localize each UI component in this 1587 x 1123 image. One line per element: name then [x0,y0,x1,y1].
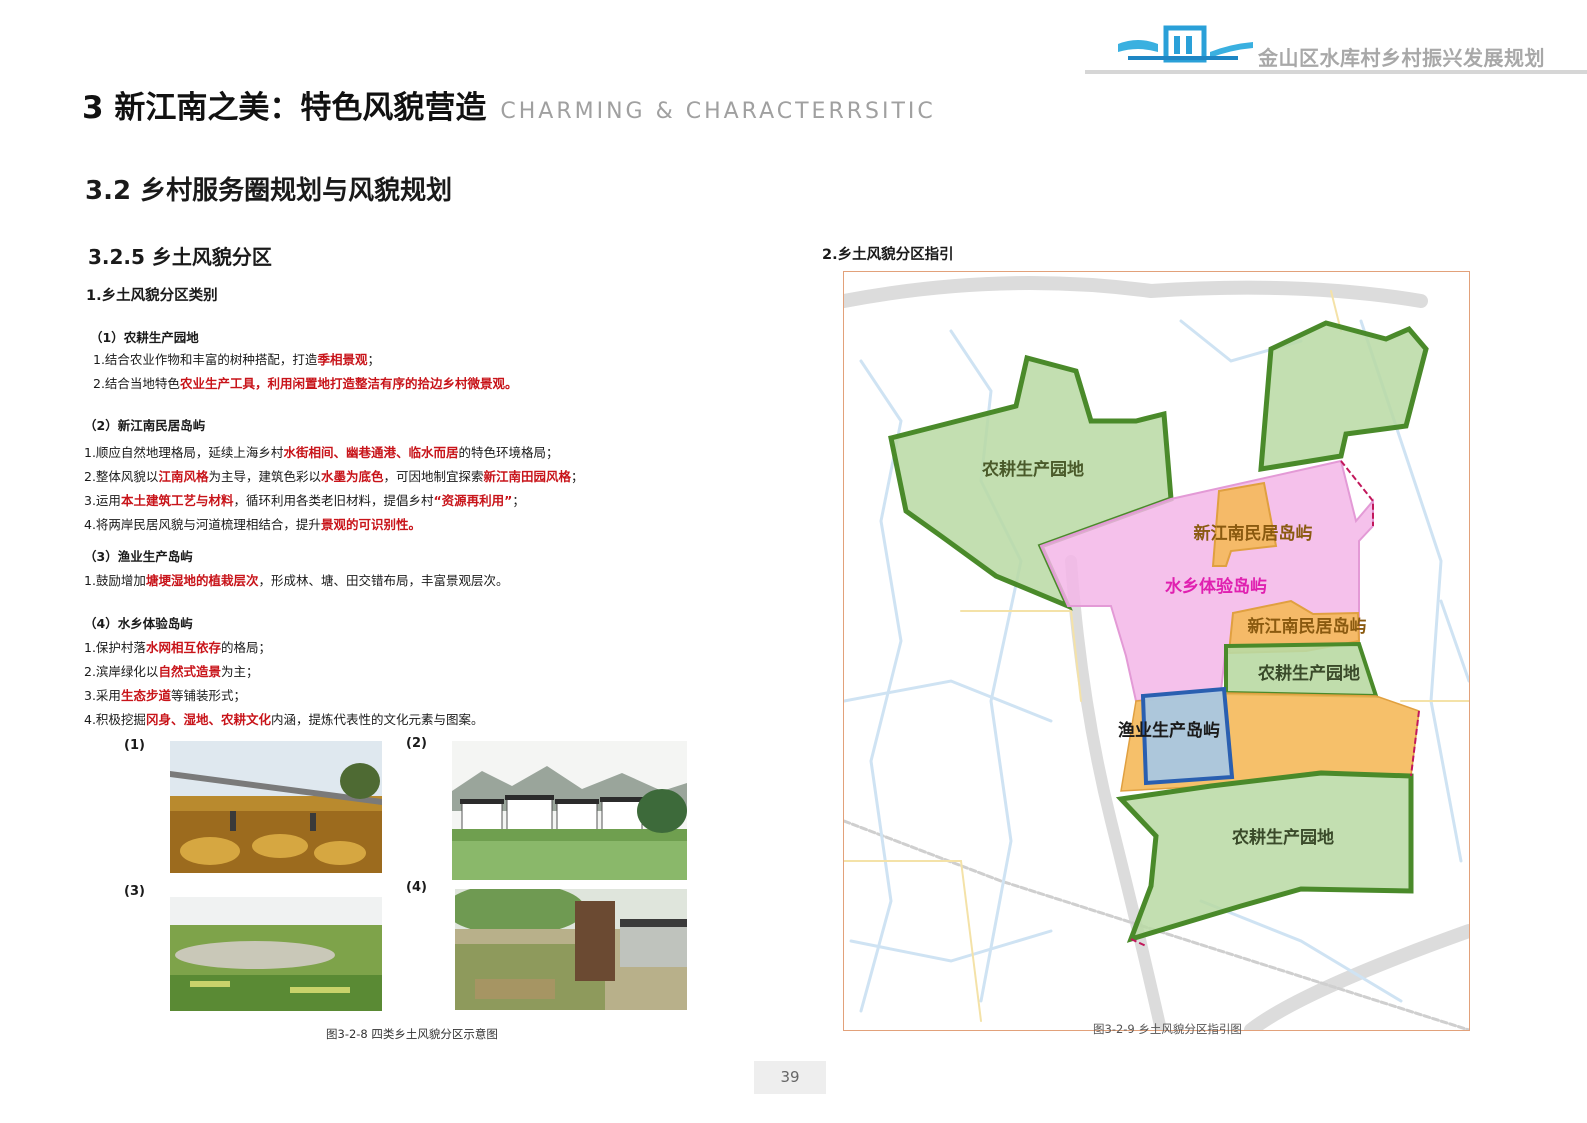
body-text: 4.积极挖掘 [84,712,146,727]
body-text: ； [571,469,584,484]
body-text: 等铺装形式； [170,688,246,703]
emphasis-text: 水网相互依存 [145,640,221,655]
text-line: 1.鼓励增加塘埂湿地的植栽层次，形成林、塘、田交错布局，丰富景观层次。 [84,570,508,589]
map-caption: 图3-2-9 乡土风貌分区指引图 [1093,1022,1242,1036]
label-farm-s: 农耕生产园地 [1231,827,1334,848]
label-water: 水乡体验岛屿 [1165,576,1267,597]
text-line: 4.将两岸民居风貌与河道梳理相结合，提升景观的可识别性。 [84,514,421,533]
garden-photo [455,889,687,1010]
label-farm-nw: 农耕生产园地 [981,459,1084,480]
page-title-cn: 3 新江南之美：特色风貌营造 [82,90,487,126]
text-line: 1.保护村落水网相互依存的格局； [84,637,271,656]
page-title-en: CHARMING & CHARACTERRSITIC [500,99,936,124]
village-logo-icon [1118,22,1253,68]
text-line: 3.采用生态步道等铺装形式； [84,685,246,704]
body-text: 2.结合当地特色 [93,376,180,391]
label-fishery: 渔业生产岛屿 [1118,720,1220,741]
group-title: （4）水乡体验岛屿 [84,616,193,631]
body-text: 3.运用 [84,493,121,508]
body-text: ，循环利用各类老旧材料，提倡乡村 [233,493,434,508]
document-title: 金山区水库村乡村振兴发展规划 [1258,46,1545,70]
group-title: （1）农耕生产园地 [90,330,199,345]
body-text: 内涵，提炼代表性的文化元素与图案。 [270,712,484,727]
body-text: 为主导，建筑色彩以 [208,469,321,484]
emphasis-text: “资源再利用” [433,493,513,508]
text-line: 2.整体风貌以江南风格为主导，建筑色彩以水墨为底色，可因地制宜探索新江南田园风格… [84,466,584,485]
text-line: 1.结合农业作物和丰富的树种搭配，打造季相景观； [93,349,380,368]
farm-photo [170,741,382,873]
section-heading: 3.2 乡村服务圈规划与风貌规划 [85,176,453,206]
body-text: ； [367,352,380,367]
body-text: ，形成林、塘、田交错布局，丰富景观层次。 [258,573,509,588]
text-line: 3.运用本土建筑工艺与材料，循环利用各类老旧材料，提倡乡村“资源再利用”； [84,490,525,509]
photo-caption: 图3-2-8 四类乡土风貌分区示意图 [326,1027,498,1041]
body-text: 3.采用 [84,688,121,703]
body-text: ； [512,493,525,508]
emphasis-text: 季相景观 [317,352,368,367]
body-text: 1.鼓励增加 [84,573,146,588]
text-line: 1.顺应自然地理格局，延续上海乡村水街相间、幽巷通港、临水而居的特色环境格局； [84,442,558,461]
text-line: 4.积极挖掘冈身、湿地、农耕文化内涵，提炼代表性的文化元素与图案。 [84,709,483,728]
text-line: 2.结合当地特色农业生产工具，利用闲置地打造整洁有序的拾边乡村微景观。 [93,373,517,392]
emphasis-text: 塘埂湿地的植栽层次 [145,573,259,588]
photo-label: (3) [124,884,145,899]
emphasis-text: 自然式造景 [158,664,221,679]
page-number: 39 [754,1061,826,1094]
page-title: 3 新江南之美：特色风貌营造 CHARMING & CHARACTERRSITIC [82,82,936,127]
group-title: （3）渔业生产岛屿 [84,549,193,564]
photo-label: (4) [406,880,427,895]
body-text: 的格局； [220,640,271,655]
emphasis-text: 农业生产工具，利用闲置地打造整洁有序的拾边乡村微景观。 [179,376,518,391]
wetland-photo [170,897,382,1011]
emphasis-text: 生态步道 [120,688,171,703]
emphasis-text: 水街相间、幽巷通港、临水而居 [283,445,459,460]
category-heading: 1.乡土风貌分区类别 [86,288,218,304]
emphasis-text: 江南风格 [158,469,209,484]
text-line: 2.滨岸绿化以自然式造景为主； [84,661,258,680]
emphasis-text: 水墨为底色 [320,469,384,484]
emphasis-text: 本土建筑工艺与材料 [120,493,234,508]
body-text: 1.保护村落 [84,640,146,655]
body-text: 的特色环境格局； [458,445,559,460]
photo-label: (2) [406,736,427,751]
label-res-n: 新江南民居岛屿 [1194,523,1313,544]
subsection-heading: 3.2.5 乡土风貌分区 [88,245,272,269]
residence-photo [452,741,687,880]
zoning-map: 农耕生产园地 新江南民居岛屿 水乡体验岛屿 新江南民居岛屿 农耕生产园地 渔业生… [843,271,1470,1031]
emphasis-text: 新江南田园风格 [483,469,572,484]
body-text: ，可因地制宜探索 [383,469,484,484]
emphasis-text: 景观的可识别性。 [320,517,421,532]
body-text: 1.顺应自然地理格局，延续上海乡村 [84,445,284,460]
body-text: 1.结合农业作物和丰富的树种搭配，打造 [93,352,318,367]
photo-label: (1) [124,738,145,753]
group-title: （2）新江南民居岛屿 [84,418,206,433]
label-res-e: 新江南民居岛屿 [1248,616,1367,637]
body-text: 2.滨岸绿化以 [84,664,159,679]
body-text: 为主； [220,664,259,679]
zone-farm-ne [1258,320,1429,472]
body-text: 2.整体风貌以 [84,469,159,484]
label-farm-e: 农耕生产园地 [1257,663,1360,684]
emphasis-text: 冈身、湿地、农耕文化 [145,712,271,727]
body-text: 4.将两岸民居风貌与河道梳理相结合，提升 [84,517,321,532]
zone-farm-s [1115,770,1414,943]
map-heading: 2.乡土风貌分区指引 [822,247,954,263]
